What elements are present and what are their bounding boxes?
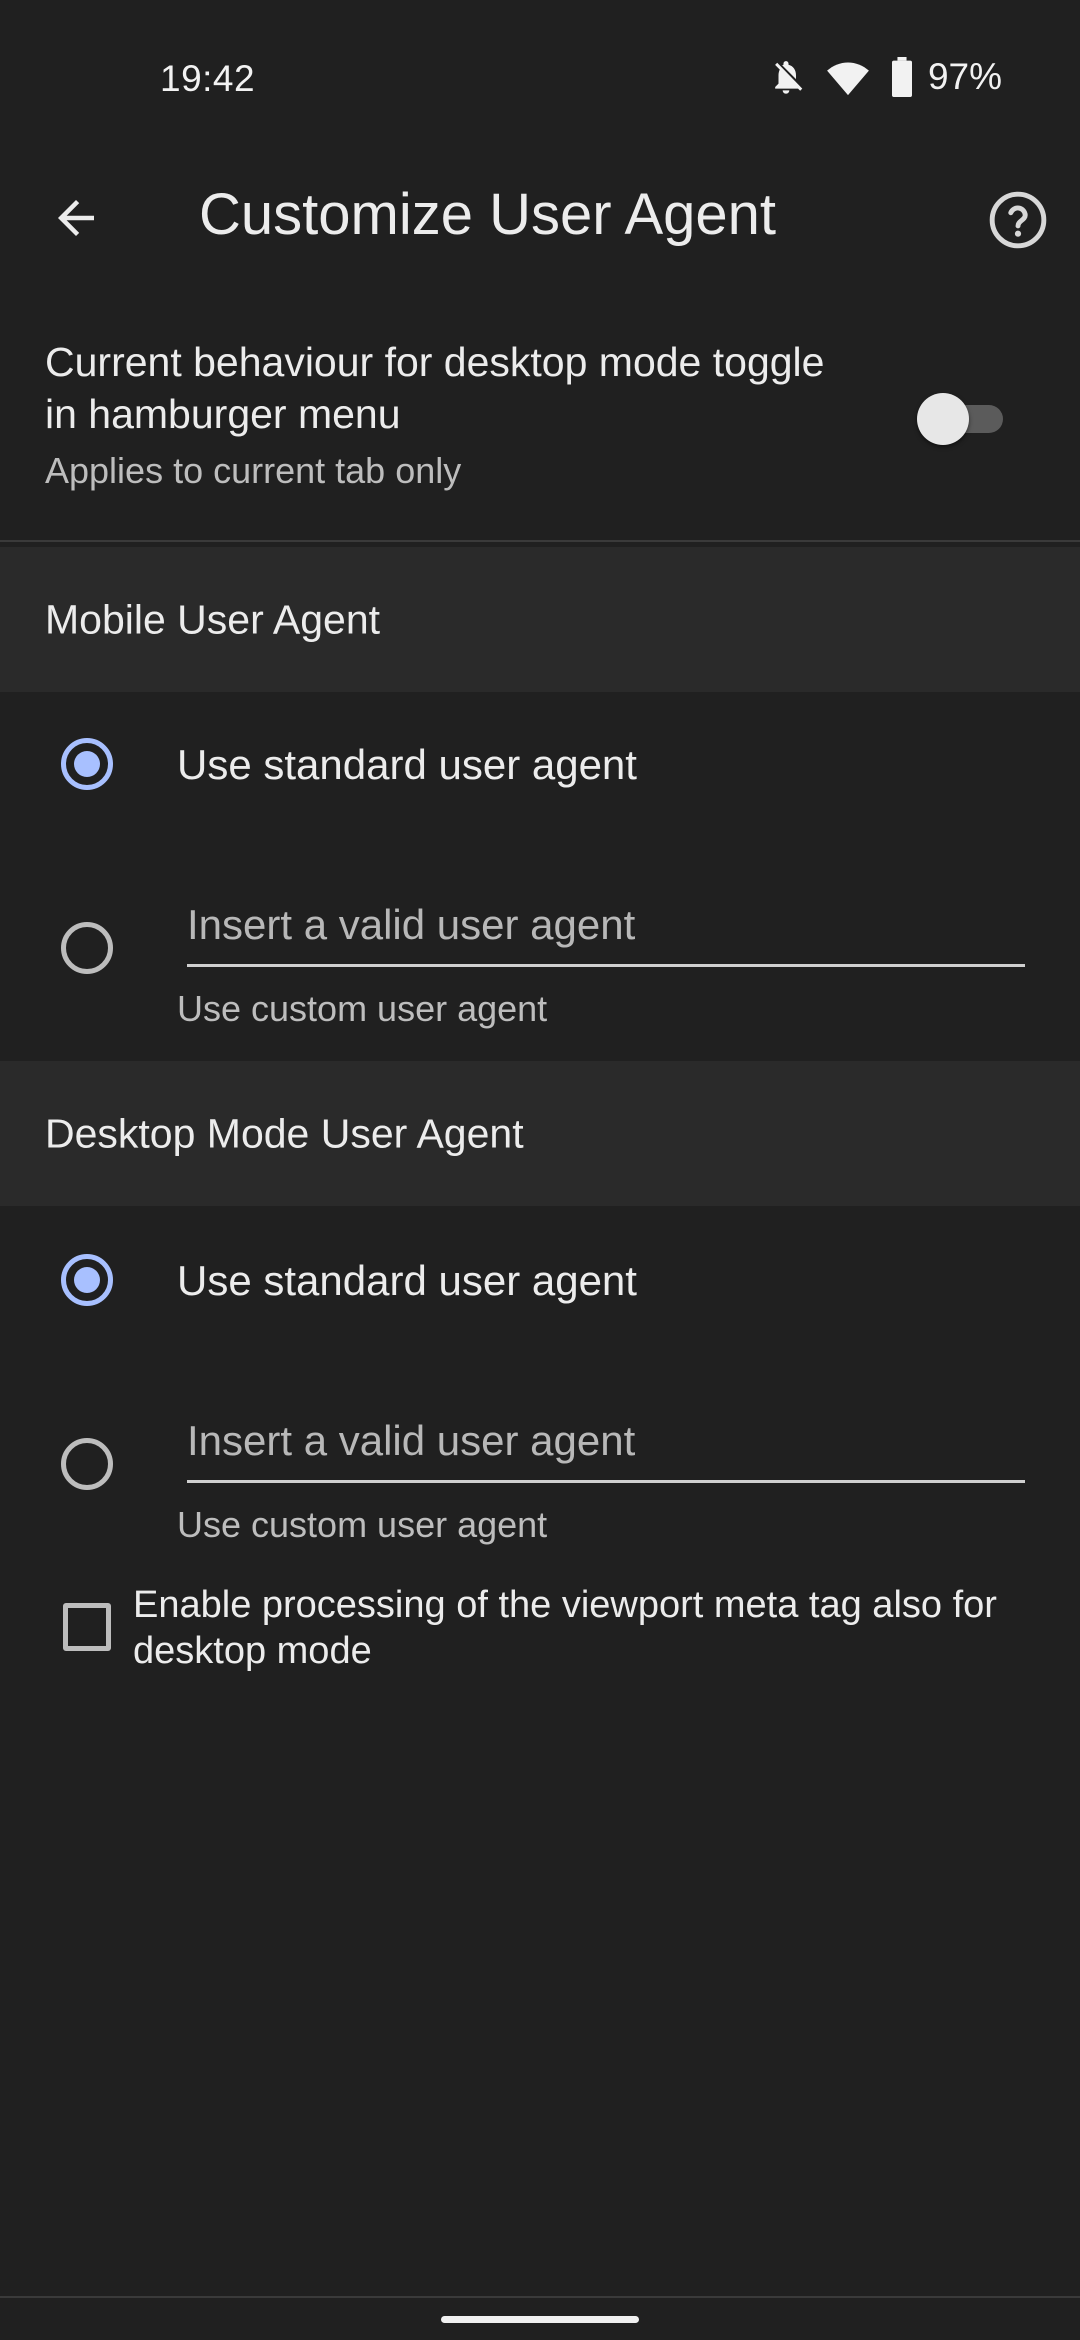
desktop-toggle-subtitle: Applies to current tab only xyxy=(45,450,462,491)
desktop-standard-label[interactable]: Use standard user agent xyxy=(177,1257,637,1305)
desktop-section-title: Desktop Mode User Agent xyxy=(45,1110,524,1156)
mobile-custom-radio[interactable] xyxy=(61,922,113,974)
page-title: Customize User Agent xyxy=(199,182,777,247)
app-bar: Customize User Agent xyxy=(0,160,1080,270)
mobile-standard-label[interactable]: Use standard user agent xyxy=(177,741,637,789)
status-bar: 19:42 97% xyxy=(0,0,1080,160)
mobile-section-title: Mobile User Agent xyxy=(45,596,381,642)
arrow-back-icon xyxy=(58,200,94,236)
wifi-icon xyxy=(827,62,869,96)
desktop-toggle-preference[interactable]: Current behaviour for desktop mode toggl… xyxy=(0,322,1080,542)
viewport-meta-checkbox[interactable] xyxy=(63,1603,111,1651)
switch-thumb xyxy=(917,393,969,445)
desktop-custom-ua-input[interactable] xyxy=(187,1410,1025,1483)
mobile-standard-radio[interactable] xyxy=(61,738,113,790)
status-icons: 97% xyxy=(766,56,1002,98)
desktop-toggle-switch[interactable] xyxy=(917,388,1007,448)
mobile-custom-ua-input[interactable] xyxy=(187,894,1025,967)
viewport-meta-label[interactable]: Enable processing of the viewport meta t… xyxy=(133,1582,1043,1674)
gesture-handle[interactable] xyxy=(441,2316,639,2323)
desktop-standard-radio[interactable] xyxy=(61,1254,113,1306)
desktop-toggle-title: Current behaviour for desktop mode toggl… xyxy=(45,339,825,437)
battery-icon xyxy=(891,57,912,97)
desktop-section-header: Desktop Mode User Agent xyxy=(0,1061,1080,1206)
help-circle-icon xyxy=(989,191,1047,249)
back-button[interactable] xyxy=(40,182,112,254)
mobile-custom-helper: Use custom user agent xyxy=(177,988,548,1029)
notifications-off-icon xyxy=(775,61,803,94)
battery-percent: 97% xyxy=(927,56,1002,97)
desktop-custom-helper: Use custom user agent xyxy=(177,1504,548,1545)
mobile-section-header: Mobile User Agent xyxy=(0,547,1080,692)
status-time: 19:42 xyxy=(160,58,256,99)
nav-divider xyxy=(0,2296,1080,2298)
desktop-custom-radio[interactable] xyxy=(61,1438,113,1490)
help-button[interactable] xyxy=(980,182,1056,258)
